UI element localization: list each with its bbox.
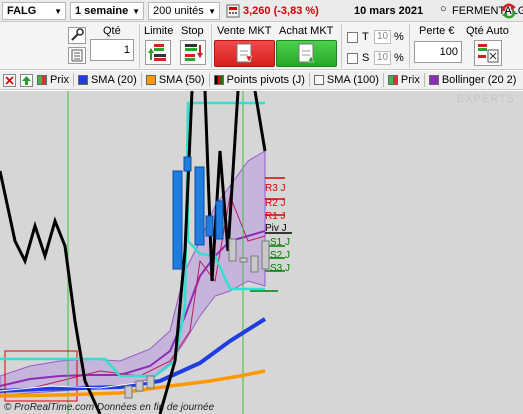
indicator-legend: Prix SMA (20) SMA (50) Points pivots (J)… — [0, 71, 523, 90]
legend-swatch — [428, 75, 439, 85]
divider — [211, 24, 212, 68]
price-chart[interactable]: EXPERTS R3 J R2 J R1 J Piv J S1 J S2 J S… — [0, 91, 523, 414]
top-toolbar: FALG ▼ 1 semaine ▼ 200 unités ▼ 3,260 (-… — [0, 0, 523, 22]
chevron-down-icon: ▼ — [54, 6, 62, 16]
divider — [341, 24, 342, 68]
limit-order-icon — [148, 44, 166, 61]
legend-swatch — [387, 75, 398, 85]
period-value: 1 semaine — [75, 5, 129, 17]
auto-qty-label: Qté Auto — [466, 25, 509, 37]
pct-sign: % — [394, 52, 404, 64]
legend-swatch — [37, 75, 47, 85]
ticker-value: FALG — [7, 5, 37, 17]
close-icon[interactable] — [3, 73, 16, 87]
units-value: 200 unités — [153, 5, 204, 17]
legend-item-pivots[interactable]: Points pivots (J) — [213, 74, 305, 86]
sell-market-button[interactable] — [214, 40, 275, 67]
stop-label: Stop — [181, 25, 204, 37]
pivot-label-s3: S3 J — [270, 263, 291, 274]
buy-market-button[interactable] — [276, 40, 337, 67]
legend-item-sma100[interactable]: SMA (100) — [313, 74, 379, 86]
loss-label: Perte € — [419, 25, 455, 37]
divider — [140, 73, 142, 87]
pivot-label-piv: Piv J — [265, 223, 287, 234]
legend-label: Prix — [400, 74, 420, 86]
order-panel: Qté 1 Limite Stop Vente MKT Achat MKT T … — [0, 22, 523, 70]
wrench-icon — [71, 28, 84, 41]
buy-market-label: Achat MKT — [279, 25, 334, 37]
chart-canvas — [0, 91, 292, 414]
trailing-label: T — [362, 31, 369, 43]
chevron-down-icon: ▼ — [208, 6, 216, 16]
legend-swatch — [213, 75, 224, 85]
units-select[interactable]: 200 unités ▼ — [148, 2, 220, 20]
radio-icon[interactable]: ○ — [440, 3, 447, 15]
order-list-button[interactable] — [68, 47, 86, 64]
qty-input[interactable]: 1 — [90, 39, 134, 61]
legend-item-sma50[interactable]: SMA (50) — [145, 74, 205, 86]
legend-label: SMA (50) — [158, 74, 205, 86]
divider — [139, 24, 140, 68]
data-source-note: © ProRealTime.com Données en fin de jour… — [4, 402, 215, 413]
divider — [423, 73, 425, 87]
calculator-icon[interactable] — [226, 4, 240, 18]
ticker-select[interactable]: FALG ▼ — [2, 2, 66, 20]
divider — [208, 73, 210, 87]
pivot-label-s1: S1 J — [270, 237, 291, 248]
pivot-label-r3: R3 J — [265, 183, 286, 194]
legend-label: Bollinger (20 2) — [441, 74, 517, 86]
divider — [409, 24, 410, 68]
legend-label: Points pivots (J) — [226, 74, 305, 86]
trailing-pct-input[interactable]: 10 — [374, 30, 391, 44]
legend-swatch — [77, 75, 88, 85]
pivot-label-s2: S2 J — [270, 250, 291, 261]
watermark-text: EXPERTS — [456, 93, 515, 105]
legend-item-prix-2[interactable]: Prix — [387, 74, 420, 86]
legend-label: SMA (20) — [90, 74, 137, 86]
pct-sign: % — [394, 31, 404, 43]
settings-button[interactable] — [68, 27, 86, 44]
sell-market-label: Vente MKT — [217, 25, 272, 37]
trailing-checkbox[interactable] — [347, 32, 358, 43]
limit-label: Limite — [144, 25, 174, 37]
stop-pct-input[interactable]: 10 — [374, 51, 391, 65]
divider — [382, 73, 384, 87]
arrow-up-icon[interactable] — [20, 73, 33, 87]
list-icon — [71, 49, 83, 62]
limit-order-button[interactable] — [145, 40, 171, 65]
legend-item-prix[interactable]: Prix — [37, 74, 69, 86]
pivot-label-r2: R2 J — [265, 198, 286, 209]
period-select[interactable]: 1 semaine ▼ — [70, 2, 144, 20]
refresh-icon[interactable] — [500, 2, 518, 20]
price-change: 3,260 (-3,83 %) — [243, 5, 319, 17]
quote-date: 10 mars 2021 — [354, 5, 424, 17]
stop-order-button[interactable] — [180, 40, 206, 65]
stop-s-label: S — [362, 52, 370, 64]
stop-checkbox[interactable] — [347, 53, 358, 64]
auto-qty-icon — [478, 44, 499, 63]
loss-input[interactable]: 100 — [414, 41, 462, 63]
legend-item-sma20[interactable]: SMA (20) — [77, 74, 137, 86]
chevron-down-icon: ▼ — [132, 6, 140, 16]
sell-order-icon — [236, 43, 253, 63]
legend-swatch — [313, 75, 324, 85]
pivot-label-r1: R1 J — [265, 211, 286, 222]
stop-order-icon — [185, 44, 203, 61]
buy-order-icon — [298, 43, 315, 63]
qty-label: Qté — [103, 25, 121, 37]
divider — [72, 73, 74, 87]
legend-label: Prix — [50, 74, 69, 86]
legend-item-bollinger[interactable]: Bollinger (20 2) — [428, 74, 517, 86]
legend-swatch — [145, 75, 156, 85]
legend-label: SMA (100) — [326, 74, 379, 86]
auto-qty-button[interactable] — [474, 40, 502, 66]
divider — [308, 73, 310, 87]
